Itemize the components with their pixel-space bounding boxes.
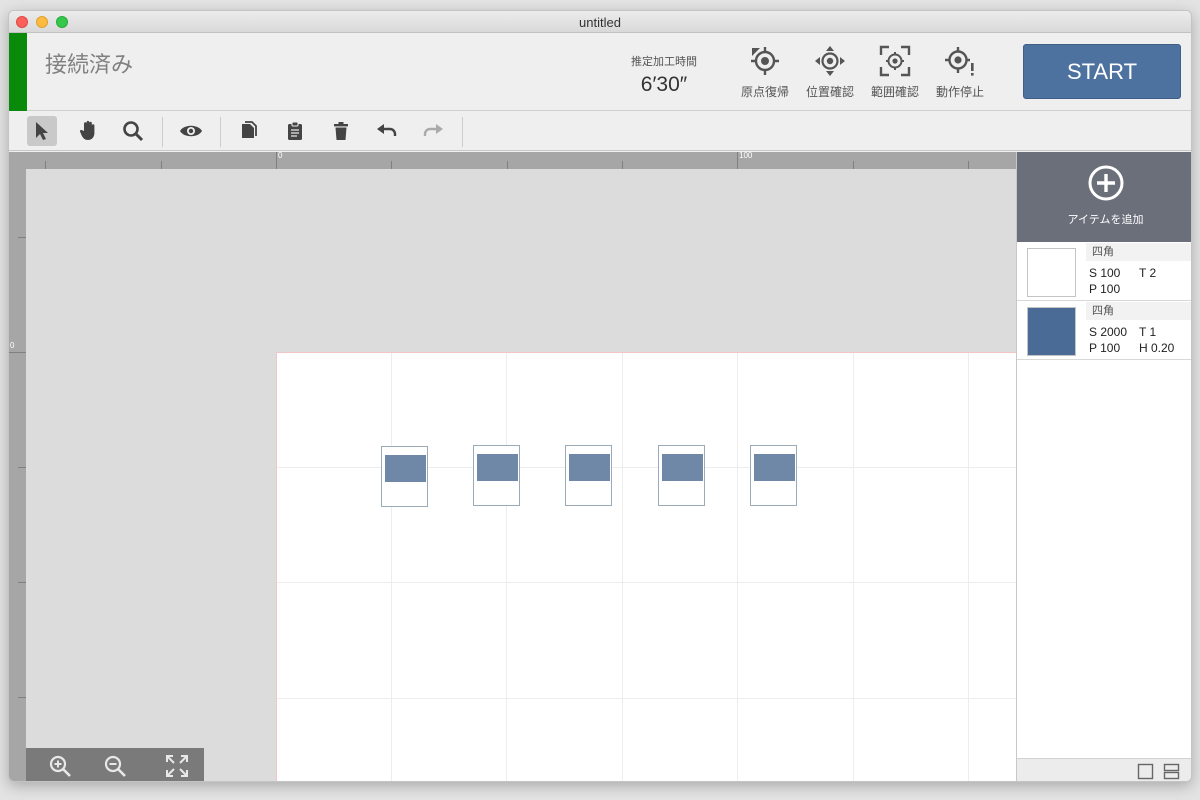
item-row[interactable]: 四角 S 100 T 2 P 100 [1017,243,1191,301]
frame-target-icon [879,45,911,77]
canvas-shape[interactable] [473,445,520,506]
split-view-icon [1163,763,1180,780]
title-bar: untitled [9,11,1191,33]
position-check-button[interactable]: 位置確認 [799,45,861,105]
redo-icon [423,124,443,136]
eye-icon [180,125,202,137]
home-button[interactable]: 原点復帰 [734,45,796,105]
item-times: T 1 [1139,325,1157,339]
pointer-icon [36,122,48,140]
app-window: untitled 接続済み 推定加工時間 6′30″ 原点復帰 位置確認 範囲確… [8,10,1192,782]
zoom-out-icon [104,755,126,777]
connection-status-text: 接続済み [45,53,134,78]
shape-fill [385,455,426,482]
copy-icon [242,121,257,138]
header: 接続済み 推定加工時間 6′30″ 原点復帰 位置確認 範囲確認 動作停止 ST… [9,33,1191,111]
trash-icon [334,122,348,140]
zoom-out-button[interactable] [102,753,128,779]
canvas-shape[interactable] [658,445,705,506]
zoom-controls [26,748,204,781]
item-speed: S 100 [1089,266,1121,280]
home-target-icon [751,47,779,75]
item-height: H 0.20 [1139,341,1175,355]
clipboard-icon [288,121,302,140]
hand-tool-button[interactable] [73,116,103,146]
estimated-time-label: 推定加工時間 [631,55,697,68]
undo-tool-button[interactable] [372,116,402,146]
item-power: P 100 [1089,341,1121,355]
home-button-label: 原点復帰 [740,85,789,99]
zoom-in-icon [49,755,71,777]
copy-tool-button[interactable] [234,116,264,146]
item-params: S 100 T 2 P 100 [1089,265,1191,297]
item-times: T 2 [1139,266,1157,280]
add-item-label: アイテムを追加 [1067,213,1144,226]
fit-screen-icon [166,755,188,777]
split-view-button[interactable] [1163,763,1180,780]
canvas-area[interactable]: 0 100 0 [9,152,1016,781]
canvas-shape[interactable] [750,445,797,506]
vertical-ruler: 0 [9,169,26,781]
shape-fill [569,454,610,481]
single-view-icon [1137,763,1154,780]
add-item-button[interactable]: アイテムを追加 [1017,152,1191,242]
horizontal-ruler: 0 100 [9,152,1016,169]
ruler-label-0-vertical: 0 [10,341,15,350]
toolbar-separator [220,117,221,147]
start-button[interactable]: START [1023,44,1181,99]
item-params: S 2000 T 1 P 100 H 0.20 [1089,324,1191,356]
shape-fill [477,454,518,481]
move-target-icon [815,46,845,76]
select-tool-button[interactable] [27,116,57,146]
canvas-shape[interactable] [565,445,612,506]
ruler-corner [9,152,26,169]
range-check-button[interactable]: 範囲確認 [864,45,926,105]
shape-fill [754,454,795,481]
connection-status-indicator [9,33,27,111]
item-power: P 100 [1089,282,1121,296]
stop-target-icon [945,47,974,76]
zoom-in-button[interactable] [47,753,73,779]
single-view-button[interactable] [1137,763,1154,780]
undo-icon [377,124,397,136]
ruler-label-0: 0 [278,152,283,160]
item-name: 四角 [1086,243,1191,261]
item-row[interactable]: 四角 S 2000 T 1 P 100 H 0.20 [1017,302,1191,360]
toolbar [9,111,1191,151]
window-title: untitled [579,15,621,30]
stop-button[interactable]: 動作停止 [929,45,991,105]
estimated-time-value: 6′30″ [640,73,688,96]
magnifier-icon [123,121,144,142]
item-color-swatch [1027,248,1076,297]
preview-tool-button[interactable] [176,116,206,146]
toolbar-separator [462,117,463,147]
zoom-tool-button[interactable] [118,116,148,146]
item-color-swatch [1027,307,1076,356]
fit-screen-button[interactable] [164,753,190,779]
shape-fill [662,454,703,481]
toolbar-separator [162,117,163,147]
paste-tool-button[interactable] [280,116,310,146]
stop-button-label: 動作停止 [935,85,984,99]
delete-tool-button[interactable] [326,116,356,146]
item-speed: S 2000 [1089,325,1128,339]
range-check-label: 範囲確認 [870,85,919,99]
ruler-label-100: 100 [739,152,753,160]
hand-icon [79,120,95,140]
panel-footer [1017,758,1191,781]
plus-circle-icon [1088,165,1124,201]
redo-tool-button[interactable] [418,116,448,146]
items-panel: アイテムを追加 四角 S 100 T 2 P 100 四角 S 2000 T 1 P… [1016,152,1191,781]
item-name: 四角 [1086,302,1191,320]
work-area[interactable] [276,352,1016,781]
canvas-shape[interactable] [381,446,428,507]
position-check-label: 位置確認 [805,85,854,99]
